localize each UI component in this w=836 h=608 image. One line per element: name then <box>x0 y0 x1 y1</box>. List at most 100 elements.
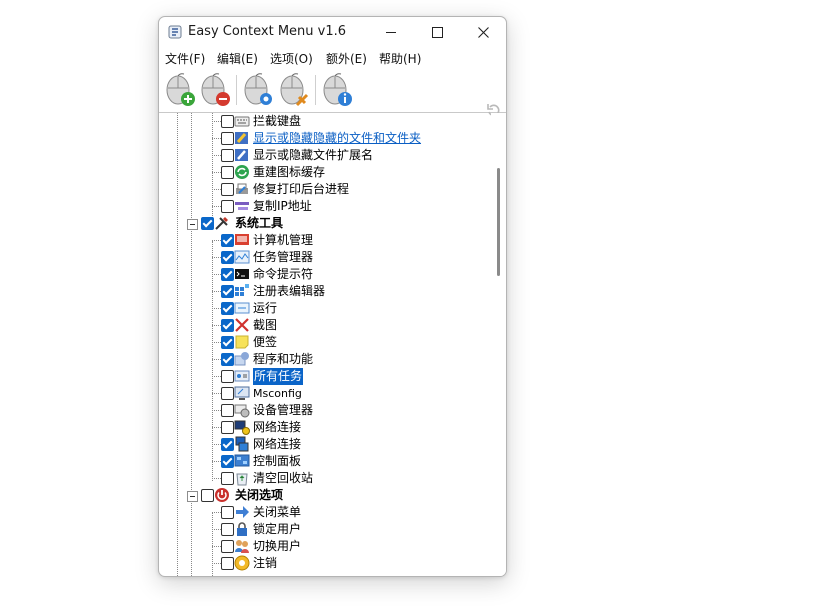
tree-item[interactable]: 所有任务 <box>159 368 490 385</box>
tree-item-label: 控制面板 <box>253 454 302 468</box>
computer-management-icon <box>235 234 249 245</box>
tree-checkbox[interactable] <box>221 472 234 485</box>
tree-checkbox[interactable] <box>221 540 234 553</box>
snipping-tool-icon <box>235 318 249 332</box>
tree-item-label: 计算机管理 <box>253 233 314 247</box>
tree-checkbox[interactable] <box>221 370 234 383</box>
tree-item[interactable]: 重建图标缓存 <box>159 164 490 181</box>
menu-file[interactable]: 文件(F) <box>165 50 205 67</box>
tree-category-label: 关闭选项 <box>235 488 284 502</box>
tree-item[interactable]: 任务管理器 <box>159 249 490 266</box>
tree-line <box>212 410 221 411</box>
tree-item[interactable]: 网络连接 <box>159 436 490 453</box>
tree-item[interactable]: 控制面板 <box>159 453 490 470</box>
tree-line <box>212 121 221 122</box>
tree-checkbox[interactable] <box>221 200 234 213</box>
task-manager-icon <box>234 250 250 264</box>
toolbar-separator <box>236 75 237 105</box>
tree-category-shutdown-options[interactable]: 关闭选项 <box>159 487 490 504</box>
tree-checkbox[interactable] <box>221 132 234 145</box>
keyboard-icon <box>234 116 250 127</box>
title-bar[interactable]: Easy Context Menu v1.6 <box>159 17 506 47</box>
tree-item[interactable]: 命令提示符 <box>159 266 490 283</box>
clean-button[interactable] <box>277 72 311 108</box>
tree-checkbox[interactable] <box>221 387 234 400</box>
tree-checkbox[interactable] <box>221 149 234 162</box>
control-panel-icon <box>234 454 250 467</box>
tree-checkbox[interactable] <box>201 217 214 230</box>
recycle-bin-icon <box>236 473 248 486</box>
tree-item[interactable]: 便签 <box>159 334 490 351</box>
tree-checkbox[interactable] <box>221 523 234 536</box>
tree-category-label: 系统工具 <box>235 216 284 230</box>
vertical-scrollbar[interactable] <box>491 113 506 576</box>
tree-item[interactable]: 拦截键盘 <box>159 113 490 130</box>
minimize-button[interactable] <box>368 17 414 47</box>
command-prompt-icon <box>235 269 249 279</box>
tree-item-label: 截图 <box>253 318 278 332</box>
tree-item[interactable]: 设备管理器 <box>159 402 490 419</box>
tree-checkbox[interactable] <box>221 251 234 264</box>
tree-checkbox[interactable] <box>221 353 234 366</box>
app-window: Easy Context Menu v1.6 文件(F) 编辑(E) 选项(O)… <box>158 16 507 577</box>
tree-item[interactable]: 截图 <box>159 317 490 334</box>
tree-item[interactable]: 注销 <box>159 555 490 572</box>
menu-edit[interactable]: 编辑(E) <box>217 50 258 67</box>
tree-checkbox[interactable] <box>221 268 234 281</box>
tree-line <box>212 546 221 547</box>
tree-checkbox[interactable] <box>221 557 234 570</box>
minimize-icon <box>386 31 396 33</box>
tree-checkbox[interactable] <box>221 302 234 315</box>
programs-features-icon <box>234 352 249 366</box>
tree-item[interactable]: 锁定用户 <box>159 521 490 538</box>
menu-help[interactable]: 帮助(H) <box>379 50 421 67</box>
context-menu-tree[interactable]: 拦截键盘 显示或隐藏隐藏的文件和文件夹 显示或隐藏文件扩展名 重建图标缓存 修复… <box>159 113 490 576</box>
tree-item[interactable]: 运行 <box>159 300 490 317</box>
tree-item[interactable]: 关闭菜单 <box>159 504 490 521</box>
tree-item[interactable]: 显示或隐藏文件扩展名 <box>159 147 490 164</box>
tree-checkbox[interactable] <box>221 234 234 247</box>
tree-checkbox[interactable] <box>221 404 234 417</box>
scrollbar-thumb[interactable] <box>497 168 500 276</box>
tree-item-label[interactable]: 显示或隐藏隐藏的文件和文件夹 <box>253 130 421 147</box>
tree-checkbox[interactable] <box>221 115 234 128</box>
settings-button[interactable] <box>241 72 275 108</box>
menu-options[interactable]: 选项(O) <box>270 50 313 67</box>
tree-checkbox[interactable] <box>221 183 234 196</box>
toolbar <box>159 69 506 117</box>
tree-checkbox[interactable] <box>221 166 234 179</box>
tree-category-system-tools[interactable]: 系统工具 <box>159 215 490 232</box>
tree-item[interactable]: 注册表编辑器 <box>159 283 490 300</box>
tree-checkbox[interactable] <box>221 319 234 332</box>
tree-checkbox[interactable] <box>221 506 234 519</box>
tree-item[interactable]: 切换用户 <box>159 538 490 555</box>
tree-item[interactable]: 清空回收站 <box>159 470 490 487</box>
tree-checkbox[interactable] <box>221 285 234 298</box>
add-menu-button[interactable] <box>163 72 197 108</box>
collapse-icon[interactable] <box>187 219 198 230</box>
info-button[interactable] <box>320 72 354 108</box>
tree-item[interactable]: 显示或隐藏隐藏的文件和文件夹 <box>159 130 490 147</box>
tree-item[interactable]: 网络连接 <box>159 419 490 436</box>
tree-item[interactable]: Msconfig <box>159 385 490 402</box>
tree-checkbox[interactable] <box>221 336 234 349</box>
tree-item[interactable]: 程序和功能 <box>159 351 490 368</box>
remove-menu-button[interactable] <box>198 72 232 108</box>
tree-checkbox[interactable] <box>221 421 234 434</box>
tree-item[interactable]: 复制IP地址 <box>159 198 490 215</box>
tree-item-label: 命令提示符 <box>253 267 314 281</box>
printer-icon <box>236 183 248 194</box>
tree-item[interactable]: 计算机管理 <box>159 232 490 249</box>
collapse-icon[interactable] <box>187 491 198 502</box>
tree-item-label: 重建图标缓存 <box>253 165 326 179</box>
tree-checkbox[interactable] <box>221 438 234 451</box>
tree-item-label: Msconfig <box>253 387 302 400</box>
menu-extra[interactable]: 额外(E) <box>326 50 367 67</box>
close-button[interactable] <box>460 17 506 47</box>
tree-checkbox[interactable] <box>201 489 214 502</box>
tree-item-label: 拦截键盘 <box>253 114 302 128</box>
tree-checkbox[interactable] <box>221 455 234 468</box>
tree-item[interactable]: 修复打印后台进程 <box>159 181 490 198</box>
maximize-button[interactable] <box>414 17 460 47</box>
msconfig-icon <box>234 386 250 400</box>
